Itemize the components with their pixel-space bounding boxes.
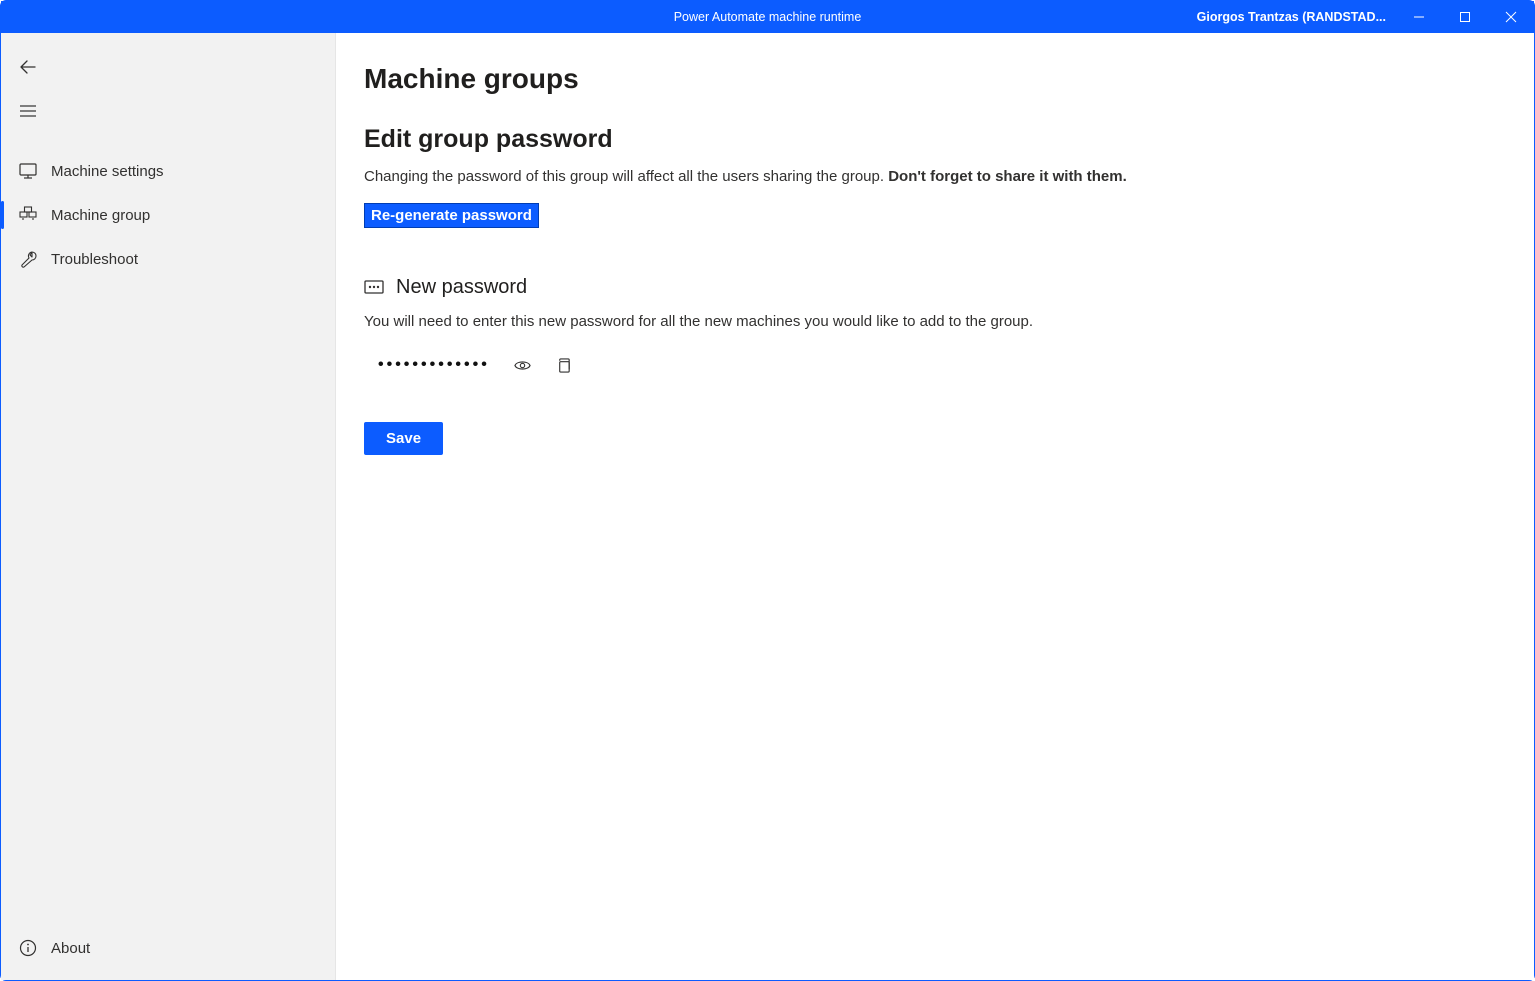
page-title: Machine groups	[364, 63, 1534, 95]
sidebar-item-label: About	[51, 940, 90, 957]
password-field-icon	[364, 280, 384, 296]
sidebar-item-troubleshoot[interactable]: Troubleshoot	[1, 237, 335, 281]
regenerate-password-button[interactable]: Re-generate password	[364, 203, 539, 228]
minimize-icon	[1413, 11, 1425, 23]
close-button[interactable]	[1488, 1, 1534, 33]
copy-icon	[555, 357, 572, 374]
main-content: Machine groups Edit group password Chang…	[336, 33, 1534, 980]
back-button[interactable]	[1, 45, 335, 89]
save-button[interactable]: Save	[364, 422, 443, 455]
monitor-icon	[19, 162, 37, 180]
wrench-icon	[19, 250, 37, 268]
close-icon	[1505, 11, 1517, 23]
section-title: Edit group password	[364, 125, 1534, 154]
hamburger-button[interactable]	[1, 89, 335, 133]
info-icon	[19, 939, 37, 957]
password-description: You will need to enter this new password…	[364, 313, 1534, 330]
sidebar-item-machine-group[interactable]: Machine group	[1, 193, 335, 237]
eye-icon	[514, 357, 531, 374]
password-value: •••••••••••••	[378, 356, 490, 374]
section-description: Changing the password of this group will…	[364, 168, 1534, 185]
copy-password-button[interactable]	[555, 357, 572, 374]
maximize-icon	[1459, 11, 1471, 23]
window-title: Power Automate machine runtime	[674, 10, 862, 24]
group-icon	[19, 206, 37, 224]
sidebar-item-about[interactable]: About	[1, 926, 335, 970]
minimize-button[interactable]	[1396, 1, 1442, 33]
user-name[interactable]: Giorgos Trantzas (RANDSTAD...	[1187, 10, 1396, 24]
maximize-button[interactable]	[1442, 1, 1488, 33]
sidebar-item-label: Troubleshoot	[51, 251, 138, 268]
password-label: New password	[396, 276, 527, 299]
titlebar: Power Automate machine runtime Giorgos T…	[1, 1, 1534, 33]
sidebar-item-machine-settings[interactable]: Machine settings	[1, 149, 335, 193]
back-arrow-icon	[19, 58, 37, 76]
sidebar: Machine settings Machine group Troublesh…	[1, 33, 336, 980]
hamburger-icon	[19, 102, 37, 120]
show-password-button[interactable]	[514, 357, 531, 374]
sidebar-item-label: Machine settings	[51, 163, 164, 180]
sidebar-item-label: Machine group	[51, 207, 150, 224]
